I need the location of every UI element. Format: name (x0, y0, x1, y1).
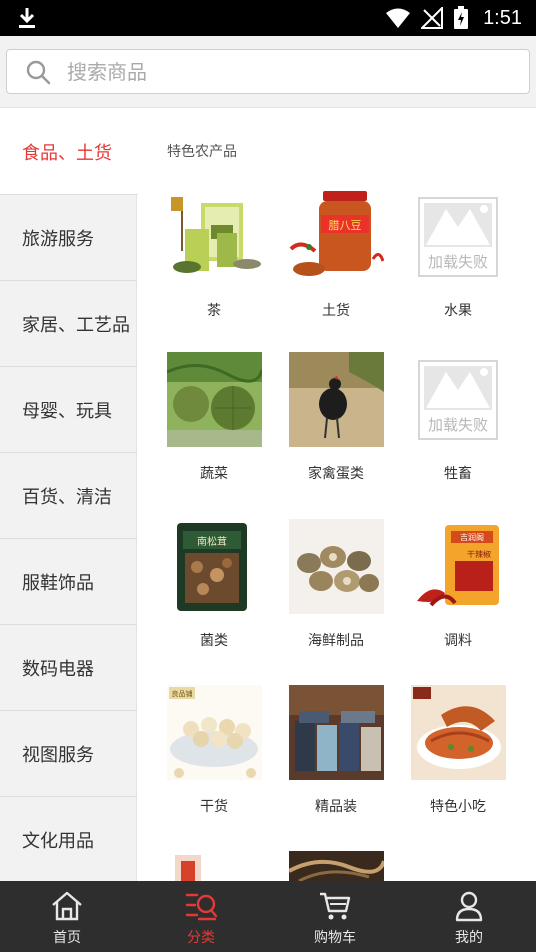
category-item-partial[interactable] (281, 851, 391, 881)
search-icon (26, 60, 51, 84)
sidebar-item-label: 服鞋饰品 (22, 572, 94, 594)
category-label: 土货 (322, 303, 350, 319)
sidebar-item-label: 家居、工艺品 (22, 314, 130, 336)
snacks-image (410, 685, 506, 780)
category-item-seasonings[interactable]: 吉润阁 干辣椒 调料 (403, 519, 513, 650)
category-label: 蔬菜 (200, 466, 228, 482)
svg-text:加载失败: 加载失败 (428, 253, 488, 271)
sidebar-item-electronics[interactable]: 数码电器 (0, 625, 137, 711)
cart-icon (320, 892, 351, 920)
svg-text:腊八豆: 腊八豆 (328, 219, 361, 232)
category-label: 家禽蛋类 (308, 466, 364, 482)
category-sidebar: 食品、土货 旅游服务 家居、工艺品 母婴、玩具 百货、清洁 服鞋饰品 数码电器 … (0, 109, 138, 883)
category-label: 精品装 (315, 799, 357, 815)
sidebar-item-label: 食品、土货 (22, 142, 112, 164)
category-label: 海鲜制品 (308, 633, 364, 649)
category-item-poultry-eggs[interactable]: 家禽蛋类 (281, 352, 391, 483)
partial-product-image (288, 851, 384, 881)
load-failed-image: 加载失败 (411, 189, 506, 284)
no-signal-icon (421, 7, 444, 29)
category-label: 调料 (444, 633, 472, 649)
status-bar: 1:51 (0, 0, 536, 36)
tab-cart[interactable]: 购物车 (268, 881, 402, 952)
sidebar-item-label: 文化用品 (22, 830, 94, 852)
seasonings-image: 吉润阁 干辣椒 (410, 519, 506, 614)
category-item-partial[interactable] (159, 851, 269, 881)
sidebar-item-baby-toys[interactable]: 母婴、玩具 (0, 367, 137, 453)
mushrooms-image: 南松茸 (166, 519, 262, 614)
poultry-eggs-image (288, 352, 384, 447)
category-label: 干货 (200, 799, 228, 815)
wifi-icon (386, 8, 411, 28)
category-item-dried-goods[interactable]: 良品铺 干货 (159, 685, 269, 816)
category-item-mushrooms[interactable]: 南松茸 菌类 (159, 519, 269, 650)
category-item-fruit[interactable]: 加载失败 水果 (403, 189, 513, 320)
tab-home[interactable]: 首页 (0, 881, 134, 952)
category-item-snacks[interactable]: 特色小吃 (403, 685, 513, 816)
tab-profile[interactable]: 我的 (402, 881, 536, 952)
svg-text:干辣椒: 干辣椒 (467, 549, 491, 559)
load-failed-image: 加载失败 (411, 352, 506, 447)
sidebar-item-general-cleaning[interactable]: 百货、清洁 (0, 453, 137, 539)
category-label: 牲畜 (444, 466, 472, 482)
category-item-vegetables[interactable]: 蔬菜 (159, 352, 269, 483)
tab-label: 分类 (187, 930, 215, 946)
local-goods-image: 腊八豆 (288, 189, 384, 284)
sidebar-item-apparel[interactable]: 服鞋饰品 (0, 539, 137, 625)
tea-image (166, 189, 262, 284)
tab-label: 首页 (53, 930, 81, 946)
battery-charging-icon (454, 6, 469, 29)
sidebar-item-label: 百货、清洁 (22, 486, 112, 508)
search-input[interactable] (67, 59, 467, 84)
sidebar-item-view-services[interactable]: 视图服务 (0, 711, 137, 797)
sidebar-item-travel[interactable]: 旅游服务 (0, 195, 137, 281)
category-icon (185, 893, 218, 921)
sidebar-item-label: 数码电器 (22, 658, 94, 680)
section-title: 特色农产品 (167, 144, 237, 160)
sidebar-item-label: 旅游服务 (22, 228, 94, 250)
sidebar-item-label: 母婴、玩具 (22, 400, 112, 422)
seafood-image (288, 519, 384, 614)
category-item-seafood[interactable]: 海鲜制品 (281, 519, 391, 650)
svg-text:加载失败: 加载失败 (428, 416, 488, 434)
tab-label: 购物车 (314, 930, 356, 946)
search-box[interactable] (6, 49, 530, 94)
category-content: 特色农产品 茶 腊八豆 土货 加载失败 水果 蔬菜 家禽蛋类 加载失败 牲畜 南… (138, 109, 536, 881)
status-time: 1:51 (483, 6, 522, 29)
category-item-local-goods[interactable]: 腊八豆 土货 (281, 189, 391, 320)
svg-text:南松茸: 南松茸 (197, 535, 227, 548)
category-item-livestock[interactable]: 加载失败 牲畜 (403, 352, 513, 483)
category-label: 水果 (444, 303, 472, 319)
sidebar-item-label: 视图服务 (22, 744, 94, 766)
category-label: 菌类 (200, 633, 228, 649)
sidebar-item-stationery[interactable]: 文化用品 (0, 797, 137, 883)
partial-product-image (166, 851, 262, 881)
category-item-tea[interactable]: 茶 (159, 189, 269, 320)
download-icon (19, 8, 35, 28)
svg-text:良品铺: 良品铺 (171, 689, 192, 698)
category-label: 茶 (207, 303, 221, 319)
user-icon (455, 891, 483, 922)
premium-pack-image (288, 685, 384, 780)
dried-goods-image: 良品铺 (166, 685, 262, 780)
tab-label: 我的 (455, 930, 483, 946)
sidebar-item-home-craft[interactable]: 家居、工艺品 (0, 281, 137, 367)
bottom-tab-bar: 首页 分类 购物车 我的 (0, 881, 536, 952)
search-area (0, 36, 536, 108)
svg-text:吉润阁: 吉润阁 (460, 532, 484, 542)
tab-category[interactable]: 分类 (134, 881, 268, 952)
home-icon (52, 891, 82, 921)
sidebar-item-food[interactable]: 食品、土货 (0, 109, 138, 195)
category-label: 特色小吃 (430, 799, 486, 815)
vegetables-image (166, 352, 262, 447)
category-item-premium-pack[interactable]: 精品装 (281, 685, 391, 816)
